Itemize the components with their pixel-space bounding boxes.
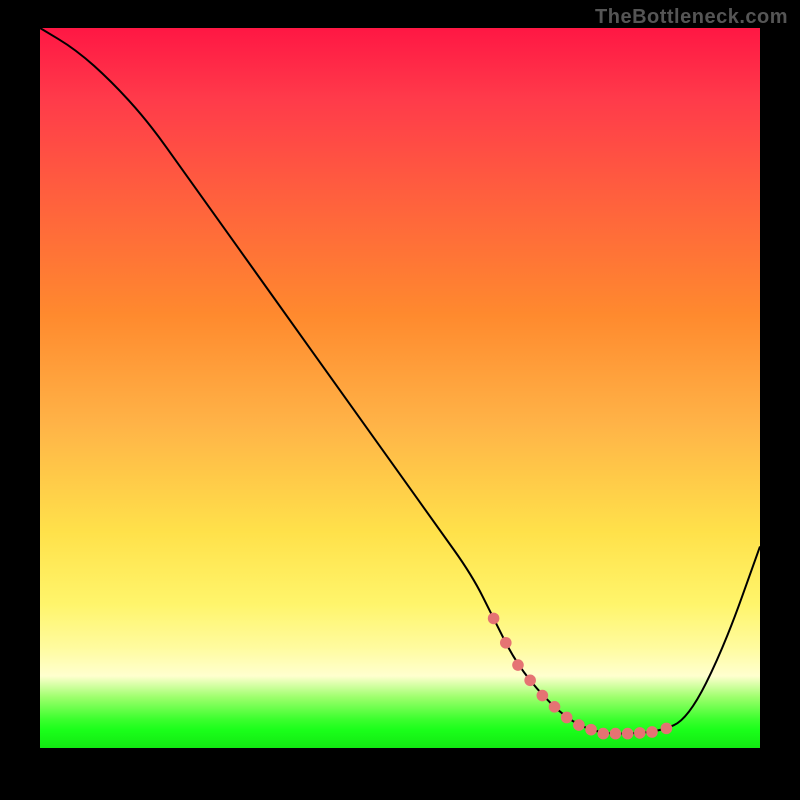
- flat-marker-dot: [488, 613, 500, 625]
- flat-marker-dot: [646, 726, 658, 738]
- chart-svg: [40, 28, 760, 748]
- flat-marker-dot: [597, 728, 609, 740]
- chart-plot-area: [40, 28, 760, 748]
- flat-marker-dot: [537, 690, 549, 702]
- flat-marker-dot: [549, 701, 561, 713]
- watermark-text: TheBottleneck.com: [595, 6, 788, 29]
- flat-region-markers: [488, 613, 672, 740]
- flat-marker-dot: [634, 727, 646, 739]
- flat-marker-dot: [573, 719, 585, 731]
- bottleneck-curve: [40, 28, 760, 734]
- flat-marker-dot: [561, 712, 573, 724]
- flat-marker-dot: [512, 659, 524, 671]
- flat-marker-dot: [585, 724, 597, 736]
- flat-marker-dot-outlier: [661, 723, 673, 735]
- flat-marker-dot: [610, 728, 622, 740]
- flat-marker-dot: [500, 637, 512, 649]
- flat-marker-dot: [524, 674, 536, 686]
- flat-marker-dot: [622, 728, 634, 740]
